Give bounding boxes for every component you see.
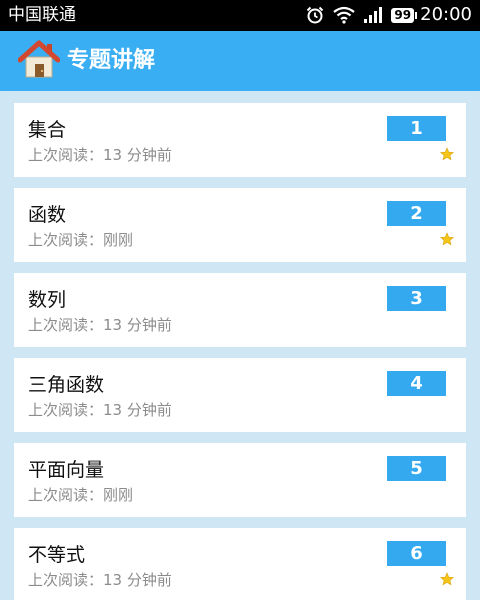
topic-number-badge: 3 [387, 286, 446, 311]
star-icon [439, 571, 455, 590]
topic-card-5[interactable]: 平面向量 上次阅读：刚刚 5 [14, 443, 466, 517]
topic-title: 集合 [28, 119, 67, 141]
topic-title: 函数 [28, 204, 67, 226]
topic-list[interactable]: 集合 上次阅读：13 分钟前 1 函数 上次阅读：刚刚 2 数列 上次阅读：13… [0, 91, 480, 600]
last-read-status: 上次阅读：13 分钟前 [28, 146, 172, 164]
last-read-status: 上次阅读：13 分钟前 [28, 401, 172, 419]
page-title: 专题讲解 [67, 48, 156, 73]
home-icon[interactable] [17, 39, 61, 85]
topic-card-4[interactable]: 三角函数 上次阅读：13 分钟前 4 [14, 358, 466, 432]
star-icon [439, 231, 455, 250]
topic-number-badge: 1 [387, 116, 446, 141]
topic-card-3[interactable]: 数列 上次阅读：13 分钟前 3 [14, 273, 466, 347]
carrier-name: 中国联通 [8, 5, 76, 25]
topic-card-2[interactable]: 函数 上次阅读：刚刚 2 [14, 188, 466, 262]
topic-number-badge: 6 [387, 541, 446, 566]
wifi-icon [333, 6, 356, 24]
app-bar: 专题讲解 [0, 31, 480, 91]
last-read-status: 上次阅读：13 分钟前 [28, 316, 172, 334]
last-read-status: 上次阅读：刚刚 [28, 486, 134, 504]
topic-title: 数列 [28, 289, 67, 311]
battery-icon: 99 [391, 7, 417, 23]
star-icon [439, 146, 455, 165]
topic-card-6[interactable]: 不等式 上次阅读：13 分钟前 6 [14, 528, 466, 600]
topic-card-1[interactable]: 集合 上次阅读：13 分钟前 1 [14, 103, 466, 177]
clock: 20:00 [420, 4, 472, 25]
topic-number-badge: 2 [387, 201, 446, 226]
topic-title: 三角函数 [28, 374, 105, 396]
topic-number-badge: 5 [387, 456, 446, 481]
status-bar: 中国联通 99 20:00 [0, 0, 480, 31]
signal-icon [363, 6, 383, 24]
topic-title: 平面向量 [28, 459, 105, 481]
last-read-status: 上次阅读：13 分钟前 [28, 571, 172, 589]
last-read-status: 上次阅读：刚刚 [28, 231, 134, 249]
topic-title: 不等式 [28, 544, 86, 566]
topic-number-badge: 4 [387, 371, 446, 396]
status-icons: 99 20:00 [305, 5, 472, 25]
alarm-icon [305, 5, 325, 25]
